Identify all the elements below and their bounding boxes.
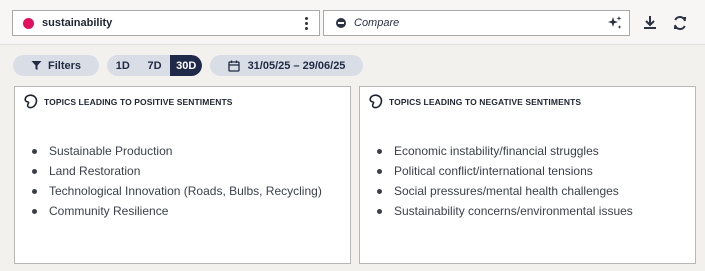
download-icon[interactable]	[641, 14, 659, 32]
filters-button[interactable]: Filters	[13, 55, 99, 76]
list-item: Community Resilience	[32, 201, 322, 221]
calendar-icon	[227, 60, 240, 72]
range-1d[interactable]: 1D	[107, 55, 139, 76]
list-item: Social pressures/mental health challenge…	[377, 181, 633, 201]
panel-header: TOPICS LEADING TO NEGATIVE SENTIMENTS	[368, 94, 581, 109]
query-label: sustainability	[42, 17, 113, 29]
query-color-dot	[23, 17, 34, 29]
positive-topics-panel: TOPICS LEADING TO POSITIVE SENTIMENTS Su…	[14, 86, 351, 264]
date-range-label: 31/05/25 – 29/06/25	[247, 59, 346, 72]
topic-list: Sustainable Production Land Restoration …	[32, 141, 322, 221]
filters-label: Filters	[47, 59, 81, 72]
time-range-selector: 1D 7D 30D	[107, 55, 202, 76]
list-item: Political conflict/international tension…	[377, 161, 633, 181]
panel-title: TOPICS LEADING TO NEGATIVE SENTIMENTS	[389, 96, 582, 107]
query-selector[interactable]: sustainability	[12, 10, 320, 36]
panel-header: TOPICS LEADING TO POSITIVE SENTIMENTS	[23, 94, 233, 109]
list-item: Sustainable Production	[32, 141, 322, 161]
refresh-icon[interactable]	[671, 14, 689, 32]
range-7d[interactable]: 7D	[139, 55, 171, 76]
negative-topics-panel: TOPICS LEADING TO NEGATIVE SENTIMENTS Ec…	[359, 86, 696, 264]
compare-input[interactable]: Compare	[323, 10, 630, 36]
funnel-icon	[31, 61, 42, 70]
panel-title: TOPICS LEADING TO POSITIVE SENTIMENTS	[44, 96, 233, 107]
list-item: Technological Innovation (Roads, Bulbs, …	[32, 181, 322, 201]
range-30d[interactable]: 30D	[170, 55, 202, 76]
sparkle-icon[interactable]	[607, 15, 623, 31]
list-item: Land Restoration	[32, 161, 322, 181]
compare-placeholder: Compare	[354, 17, 400, 29]
date-range-picker[interactable]: 31/05/25 – 29/06/25	[210, 55, 363, 76]
add-compare-icon[interactable]	[336, 18, 346, 28]
list-item: Sustainability concerns/environmental is…	[377, 201, 633, 221]
more-options-icon[interactable]	[297, 14, 315, 32]
brand-logo-icon	[24, 94, 38, 109]
brand-logo-icon	[369, 94, 383, 109]
topic-list: Economic instability/financial struggles…	[377, 141, 633, 221]
list-item: Economic instability/financial struggles	[377, 141, 633, 161]
top-bar: sustainability Compare	[0, 0, 705, 45]
